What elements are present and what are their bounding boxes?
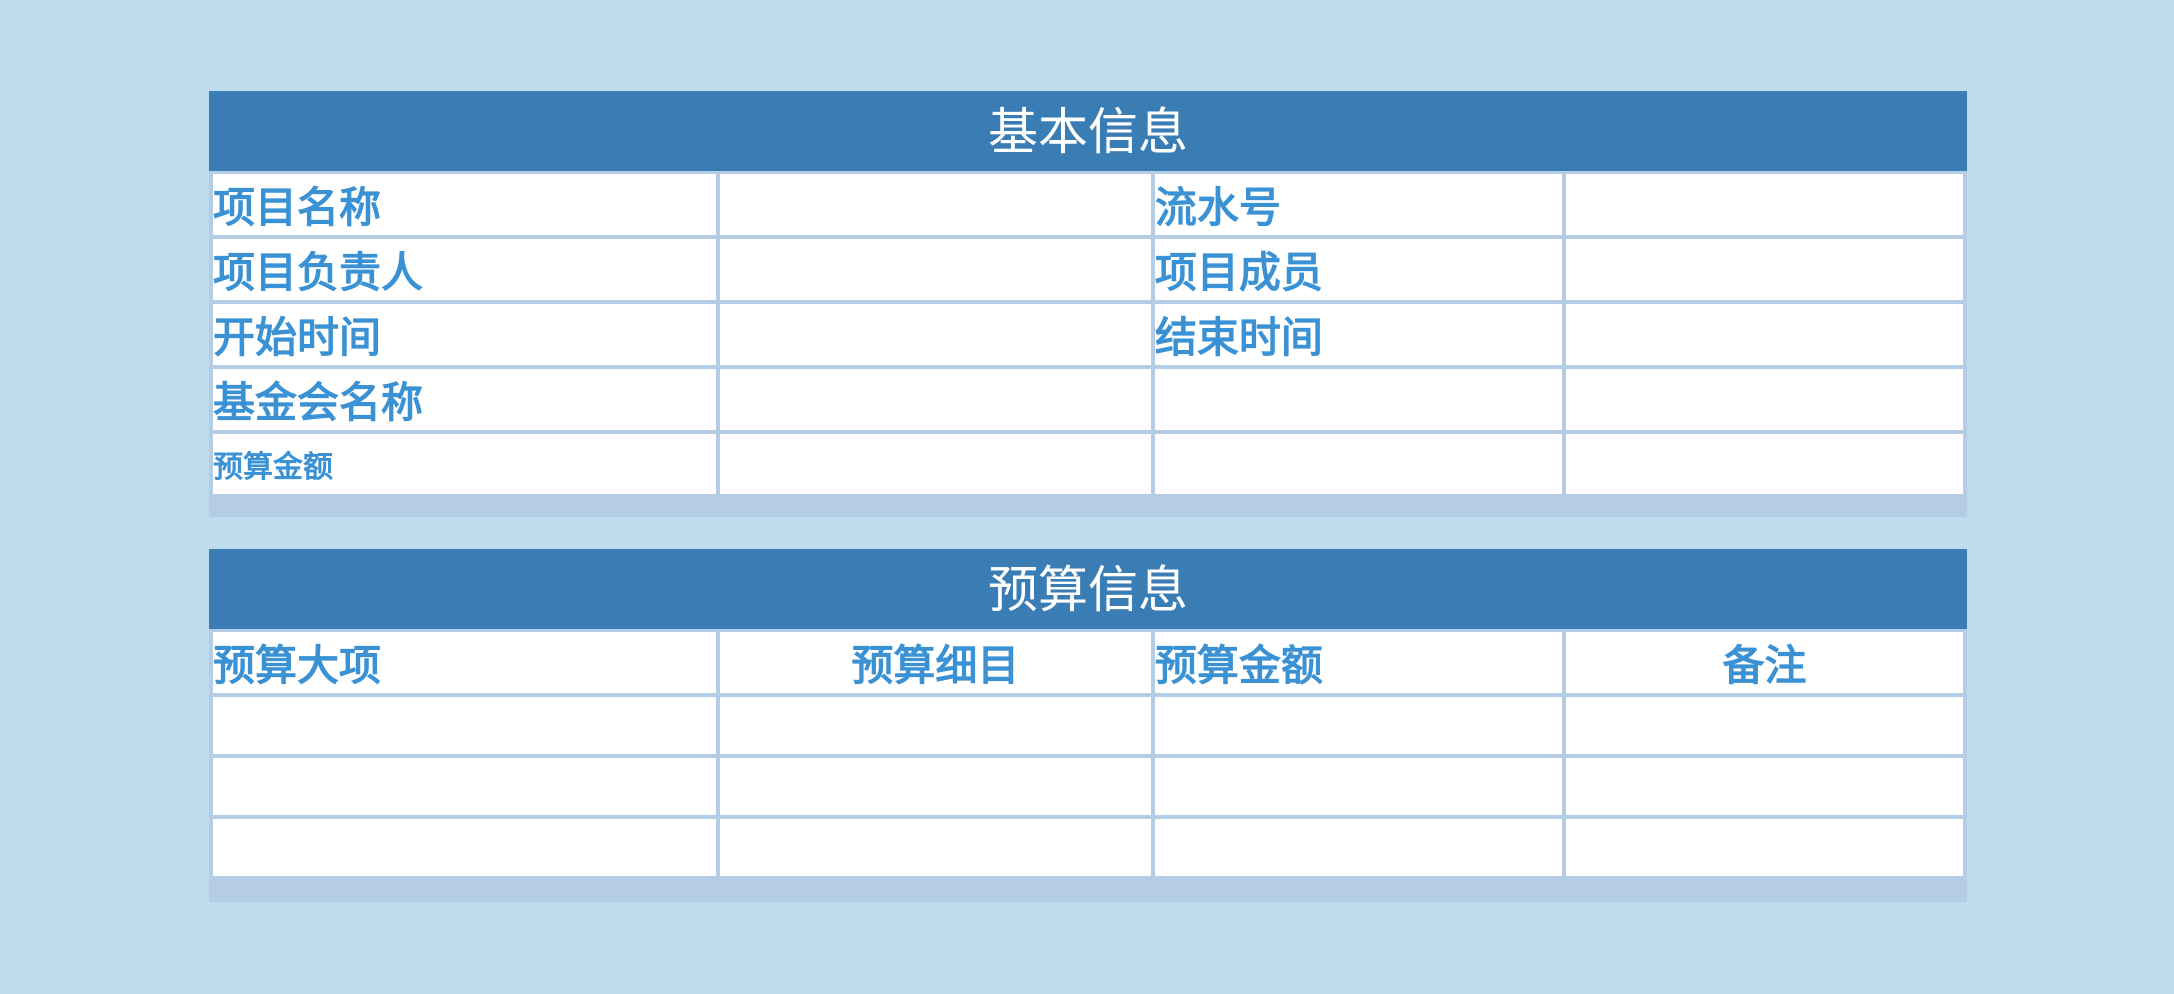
budget-category-cell[interactable]: [209, 693, 720, 758]
budget-item-cell[interactable]: [715, 815, 1155, 880]
empty-label-cell: [1150, 430, 1567, 498]
project-lead-label: 项目负责人: [208, 235, 721, 304]
empty-label-cell: [1150, 365, 1567, 434]
project-name-field[interactable]: [716, 171, 1155, 239]
end-time-label: 结束时间: [1150, 300, 1567, 369]
table-row: [209, 693, 1967, 758]
remarks-header: 备注: [1562, 629, 1967, 697]
remarks-cell[interactable]: [1562, 693, 1967, 758]
serial-number-label: 流水号: [1150, 171, 1567, 239]
budget-category-cell[interactable]: [209, 815, 720, 880]
serial-number-field[interactable]: [1562, 171, 1967, 239]
table-header-row: 预算大项 预算细目 预算金额 备注: [209, 629, 1967, 697]
table-row: 开始时间 结束时间: [208, 300, 1967, 369]
budget-amount-cell[interactable]: [1150, 693, 1567, 758]
budget-item-header: 预算细目: [715, 629, 1155, 697]
budget-category-cell[interactable]: [209, 754, 720, 819]
budget-amount-field[interactable]: [716, 430, 1155, 498]
budget-category-header: 预算大项: [209, 629, 720, 697]
budget-amount-label: 预算金额: [208, 430, 721, 498]
project-members-field[interactable]: [1562, 235, 1967, 304]
budget-info-panel: 预算信息 预算大项 预算细目 预算金额 备注: [209, 549, 1967, 902]
budget-info-table: 预算大项 预算细目 预算金额 备注: [209, 629, 1967, 880]
table-row: 项目负责人 项目成员: [208, 235, 1967, 304]
budget-amount-header: 预算金额: [1150, 629, 1567, 697]
project-lead-field[interactable]: [716, 235, 1155, 304]
budget-item-cell[interactable]: [715, 693, 1155, 758]
empty-value-cell[interactable]: [1562, 430, 1967, 498]
remarks-cell[interactable]: [1562, 815, 1967, 880]
project-name-label: 项目名称: [208, 171, 721, 239]
remarks-cell[interactable]: [1562, 754, 1967, 819]
budget-amount-cell[interactable]: [1150, 754, 1567, 819]
project-members-label: 项目成员: [1150, 235, 1567, 304]
table-row: 项目名称 流水号: [208, 171, 1967, 239]
foundation-name-field[interactable]: [716, 365, 1155, 434]
basic-info-title: 基本信息: [209, 91, 1967, 171]
table-row: [209, 815, 1967, 880]
budget-info-title: 预算信息: [209, 549, 1967, 629]
table-row: [209, 754, 1967, 819]
basic-info-panel: 基本信息 项目名称 流水号 项目负责人 项目成员 开始时间 结束时间 基金会名称: [208, 91, 1967, 517]
budget-item-cell[interactable]: [715, 754, 1155, 819]
table-row: 基金会名称: [208, 365, 1967, 434]
table-row: 预算金额: [208, 430, 1967, 498]
budget-amount-cell[interactable]: [1150, 815, 1567, 880]
start-time-label: 开始时间: [208, 300, 721, 369]
foundation-name-label: 基金会名称: [208, 365, 721, 434]
end-time-field[interactable]: [1562, 300, 1967, 369]
start-time-field[interactable]: [716, 300, 1155, 369]
basic-info-table: 项目名称 流水号 项目负责人 项目成员 开始时间 结束时间 基金会名称 预算金额: [208, 171, 1967, 498]
empty-value-cell[interactable]: [1562, 365, 1967, 434]
